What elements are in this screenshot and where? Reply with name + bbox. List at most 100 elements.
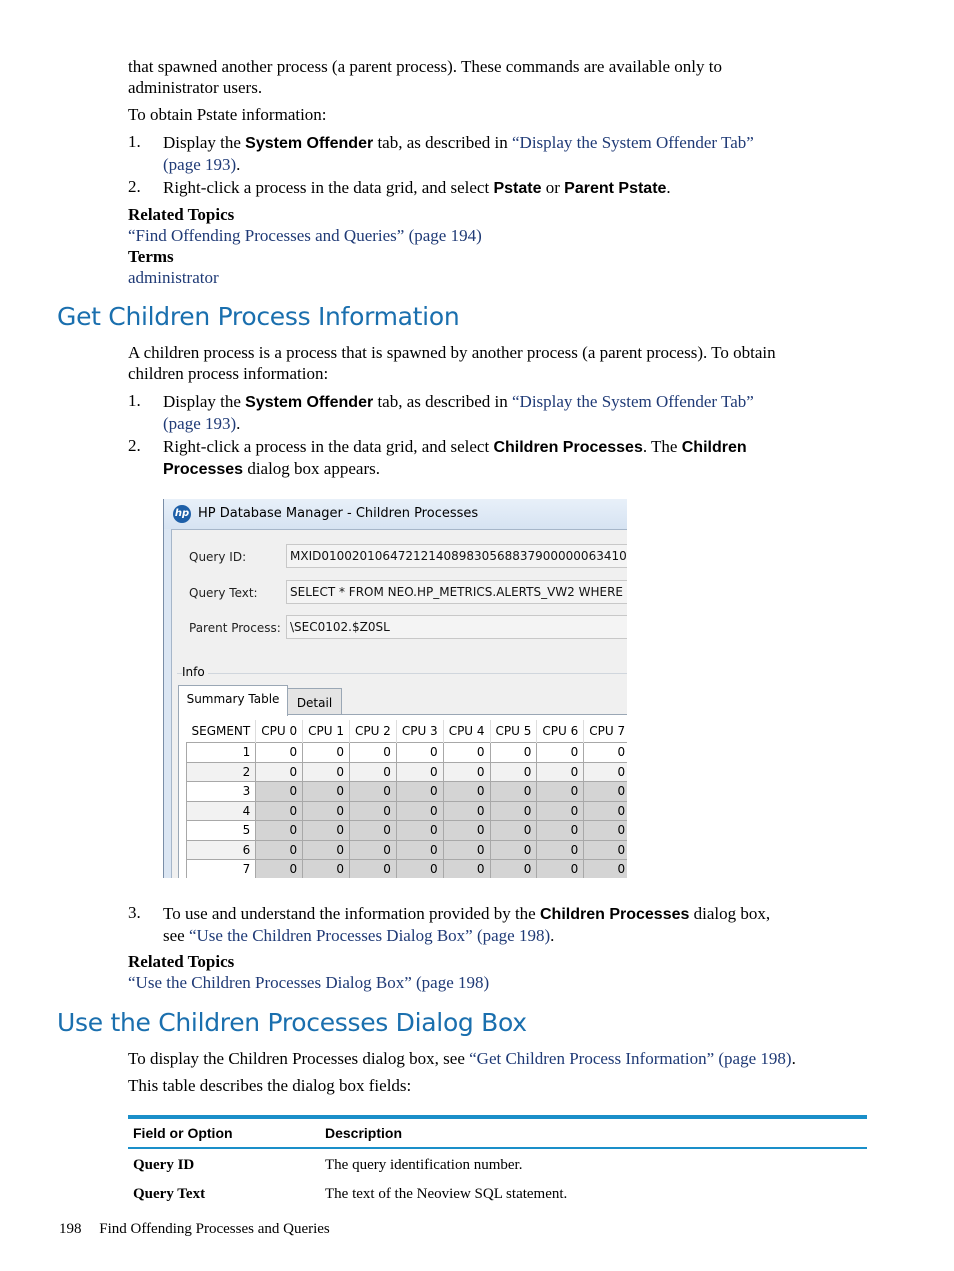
- link-administrator[interactable]: administrator: [128, 267, 219, 288]
- cpu-cell[interactable]: 0: [536, 820, 585, 841]
- page-footer: 198 Find Offending Processes and Queries: [59, 1221, 330, 1238]
- tab-detail[interactable]: Detail: [287, 688, 342, 715]
- dialog-title-bar: hp HP Database Manager - Children Proces…: [164, 499, 627, 529]
- grid-row[interactable]: 700000000: [185, 859, 627, 878]
- cpu-cell[interactable]: 0: [348, 859, 397, 878]
- cpu-cell[interactable]: 0: [489, 781, 538, 802]
- cpu-cell[interactable]: 0: [583, 839, 627, 860]
- cpu-cell[interactable]: 0: [302, 742, 350, 763]
- cpu-cell[interactable]: 0: [302, 839, 350, 860]
- column-header-cpu[interactable]: CPU 2: [349, 720, 397, 743]
- query-text-field[interactable]: SELECT * FROM NEO.HP_METRICS.ALERTS_VW2 …: [286, 580, 627, 604]
- cpu-cell[interactable]: 0: [536, 800, 585, 821]
- cpu-cell[interactable]: 0: [583, 761, 627, 782]
- column-header-cpu[interactable]: CPU 4: [443, 720, 491, 743]
- segment-cell[interactable]: 1: [185, 742, 257, 763]
- cpu-cell[interactable]: 0: [255, 859, 304, 878]
- cpu-cell[interactable]: 0: [302, 859, 350, 878]
- header-description: Description: [325, 1125, 403, 1141]
- cpu-cell[interactable]: 0: [395, 820, 444, 841]
- cpu-cell[interactable]: 0: [395, 800, 444, 821]
- cpu-cell[interactable]: 0: [395, 839, 444, 860]
- link-find-offending-processes[interactable]: “Find Offending Processes and Queries” (…: [128, 225, 482, 246]
- column-header-cpu[interactable]: CPU 7: [583, 720, 627, 743]
- cpu-cell[interactable]: 0: [489, 820, 538, 841]
- segment-cell[interactable]: 4: [185, 800, 257, 821]
- parent-process-field[interactable]: \SEC0102.$Z0SL: [286, 615, 627, 639]
- cpu-cell[interactable]: 0: [489, 839, 538, 860]
- cpu-cell[interactable]: 0: [489, 800, 538, 821]
- column-header-cpu[interactable]: CPU 6: [536, 720, 585, 743]
- link-use-children-processes-dialog[interactable]: “Use the Children Processes Dialog Box” …: [128, 972, 489, 993]
- cpu-cell[interactable]: 0: [348, 781, 397, 802]
- column-header-cpu[interactable]: CPU 5: [490, 720, 538, 743]
- cpu-cell[interactable]: 0: [442, 820, 491, 841]
- cpu-cell[interactable]: 0: [583, 859, 627, 878]
- cpu-cell[interactable]: 0: [302, 781, 350, 802]
- segment-cell[interactable]: 2: [185, 761, 257, 782]
- grid-row[interactable]: 300000000: [185, 781, 627, 802]
- cpu-cell[interactable]: 0: [255, 781, 304, 802]
- grid-row[interactable]: 500000000: [185, 820, 627, 841]
- section-heading-get-children: Get Children Process Information: [57, 302, 460, 331]
- cpu-cell[interactable]: 0: [255, 839, 304, 860]
- cpu-cell[interactable]: 0: [489, 761, 538, 782]
- query-id-field[interactable]: MXID010020106472121408983056883790000006…: [286, 544, 627, 568]
- cpu-cell[interactable]: 0: [442, 839, 491, 860]
- cpu-cell[interactable]: 0: [536, 781, 585, 802]
- cpu-cell[interactable]: 0: [348, 761, 397, 782]
- grid-row[interactable]: 400000000: [185, 800, 627, 821]
- cpu-cell[interactable]: 0: [348, 800, 397, 821]
- column-header-cpu[interactable]: CPU 1: [302, 720, 350, 743]
- table-row: Query Text The text of the Neoview SQL s…: [133, 1186, 568, 1202]
- cpu-cell[interactable]: 0: [442, 859, 491, 878]
- cpu-cell[interactable]: 0: [255, 820, 304, 841]
- column-header-segment[interactable]: SEGMENT: [186, 720, 257, 743]
- cpu-cell[interactable]: 0: [536, 839, 585, 860]
- cpu-cell[interactable]: 0: [255, 761, 304, 782]
- segment-cell[interactable]: 5: [185, 820, 257, 841]
- table-row: Query ID The query identification number…: [133, 1157, 523, 1173]
- cpu-cell[interactable]: 0: [536, 859, 585, 878]
- cpu-cell[interactable]: 0: [442, 800, 491, 821]
- cpu-cell[interactable]: 0: [302, 820, 350, 841]
- link-display-system-offender-tab[interactable]: “Display the System Offender Tab”: [512, 133, 754, 152]
- segment-cell[interactable]: 3: [185, 781, 257, 802]
- cpu-cell[interactable]: 0: [302, 761, 350, 782]
- column-header-cpu[interactable]: CPU 3: [396, 720, 444, 743]
- cpu-cell[interactable]: 0: [583, 781, 627, 802]
- cpu-cell[interactable]: 0: [395, 859, 444, 878]
- link-display-system-offender-tab[interactable]: “Display the System Offender Tab”: [512, 392, 754, 411]
- cpu-cell[interactable]: 0: [395, 761, 444, 782]
- cpu-cell[interactable]: 0: [395, 781, 444, 802]
- grid-row[interactable]: 600000000: [185, 839, 627, 860]
- cpu-cell[interactable]: 0: [255, 742, 304, 763]
- parent-process-label: Parent Process:: [189, 621, 281, 635]
- cpu-cell[interactable]: 0: [302, 800, 350, 821]
- cpu-cell[interactable]: 0: [536, 742, 585, 763]
- cpu-cell[interactable]: 0: [348, 742, 397, 763]
- cpu-cell[interactable]: 0: [442, 781, 491, 802]
- cpu-cell[interactable]: 0: [442, 742, 491, 763]
- grid-row[interactable]: 200000000: [185, 761, 627, 782]
- cpu-cell[interactable]: 0: [583, 742, 627, 763]
- cpu-cell[interactable]: 0: [536, 761, 585, 782]
- link-get-children-process-info[interactable]: “Get Children Process Information” (page…: [469, 1049, 791, 1068]
- cpu-cell[interactable]: 0: [583, 820, 627, 841]
- cpu-cell[interactable]: 0: [395, 742, 444, 763]
- cpu-cell[interactable]: 0: [442, 761, 491, 782]
- grid-row[interactable]: 100000000: [185, 742, 627, 763]
- cpu-cell[interactable]: 0: [489, 859, 538, 878]
- link-use-children-processes-dialog[interactable]: “Use the Children Processes Dialog Box” …: [189, 926, 550, 945]
- column-header-cpu[interactable]: CPU 0: [255, 720, 304, 743]
- cpu-cell[interactable]: 0: [255, 800, 304, 821]
- cpu-cell[interactable]: 0: [489, 742, 538, 763]
- link-page-193[interactable]: (page 193): [163, 155, 236, 174]
- segment-cell[interactable]: 6: [185, 839, 257, 860]
- cpu-cell[interactable]: 0: [583, 800, 627, 821]
- segment-cell[interactable]: 7: [185, 859, 257, 878]
- tab-summary-table[interactable]: Summary Table: [178, 685, 288, 716]
- cpu-cell[interactable]: 0: [348, 839, 397, 860]
- link-page-193[interactable]: (page 193): [163, 414, 236, 433]
- cpu-cell[interactable]: 0: [348, 820, 397, 841]
